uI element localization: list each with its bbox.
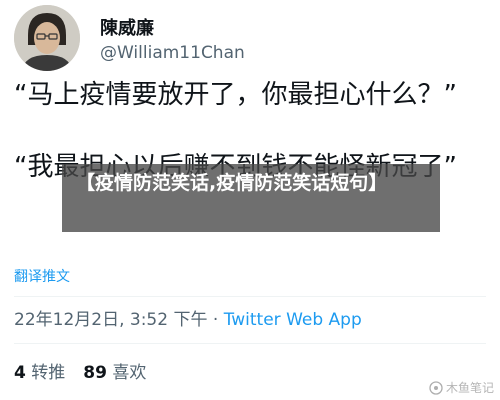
divider [14, 343, 486, 344]
tweet-timestamp[interactable]: 22年12月2日, 3:52 下午 [14, 310, 207, 330]
tweet-stats: 4 转推 89 喜欢 [14, 358, 146, 383]
likes-label: 喜欢 [112, 363, 147, 383]
overlay-title: 【疫情防范笑话,疫情防范笑话短句】 [76, 172, 388, 194]
retweets-label: 转推 [31, 363, 66, 383]
likes-stat[interactable]: 89 喜欢 [83, 363, 146, 383]
watermark: 木鱼笔记 [429, 379, 494, 396]
tweet-card: 陳威廉 @William11Chan “马上疫情要放开了，你最担心什么？” “我… [0, 0, 500, 400]
retweets-count: 4 [14, 363, 26, 383]
tweet-paragraph-1: “马上疫情要放开了，你最担心什么？” [14, 80, 457, 110]
tweet-meta: 22年12月2日, 3:52 下午 · Twitter Web App [14, 305, 362, 330]
watermark-text: 木鱼笔记 [445, 381, 494, 395]
translate-tweet-link[interactable]: 翻译推文 [14, 266, 70, 286]
retweets-stat[interactable]: 4 转推 [14, 363, 65, 383]
meta-separator: · [207, 310, 224, 330]
likes-count: 89 [83, 363, 107, 383]
divider [14, 296, 486, 297]
tweet-source[interactable]: Twitter Web App [224, 310, 362, 330]
display-name[interactable]: 陳威廉 [100, 14, 154, 40]
user-handle[interactable]: @William11Chan [100, 43, 245, 63]
person-avatar-icon [14, 5, 80, 71]
avatar[interactable] [14, 5, 80, 71]
watermark-logo-icon [429, 380, 443, 395]
title-overlay-banner: 【疫情防范笑话,疫情防范笑话短句】 [62, 164, 440, 232]
